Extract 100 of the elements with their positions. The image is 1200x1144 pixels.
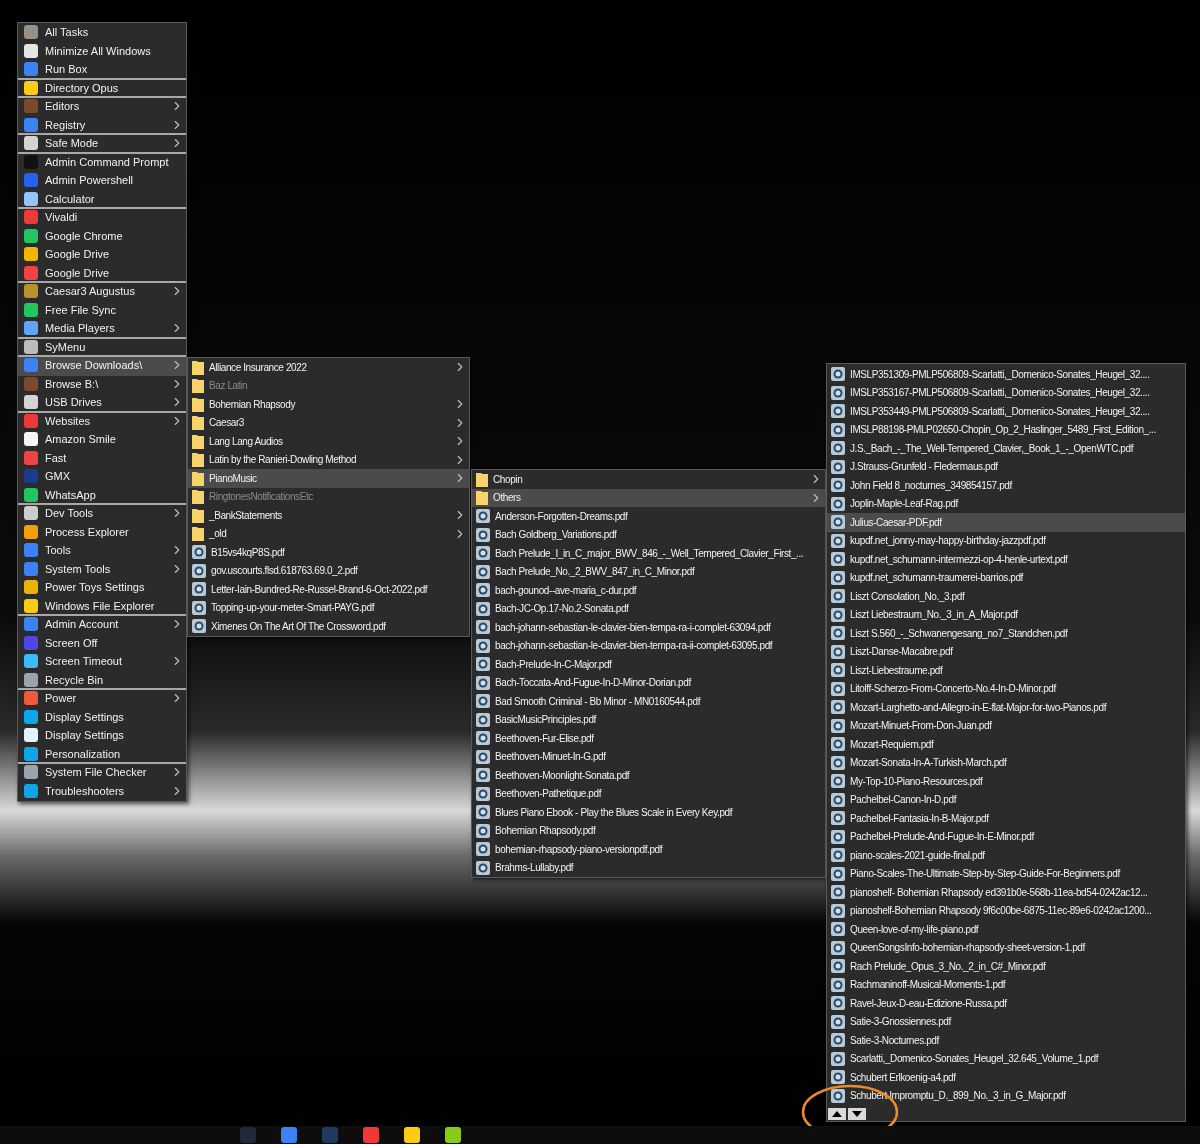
- menu-item[interactable]: Anderson-Forgotten-Dreams.pdf: [472, 507, 825, 526]
- menu-item[interactable]: Process Explorer: [18, 523, 186, 542]
- menu-item[interactable]: _BankStatements: [188, 506, 469, 525]
- menu-item[interactable]: QueenSongsInfo-bohemian-rhapsody-sheet-version-1.pdf: [827, 938, 1185, 957]
- menu-item[interactable]: Beethoven-Pathetique.pdf: [472, 784, 825, 803]
- menu-item[interactable]: Beethoven-Minuet-In-G.pdf: [472, 747, 825, 766]
- menu-item[interactable]: kupdf.net_schumann-traumerei-barrios.pdf: [827, 568, 1185, 587]
- menu-item[interactable]: Pachelbel-Canon-In-D.pdf: [827, 790, 1185, 809]
- menu-item[interactable]: Websites: [18, 412, 186, 431]
- menu-item[interactable]: bach-gounod--ave-maria_c-dur.pdf: [472, 581, 825, 600]
- menu-item[interactable]: Brahms-Lullaby.pdf: [472, 858, 825, 877]
- menu-item[interactable]: Admin Command Prompt: [18, 153, 186, 172]
- menu-item[interactable]: pianoshelf-Bohemian Rhapsody 9f6c00be-6875-11ec-89e6-0242ac1200...: [827, 901, 1185, 920]
- menu-item[interactable]: Recycle Bin: [18, 671, 186, 690]
- menu-item[interactable]: Blues Piano Ebook - Play the Blues Scale in Every Key.pdf: [472, 803, 825, 822]
- menu-item[interactable]: Liszt-Danse-Macabre.pdf: [827, 642, 1185, 661]
- menu-item[interactable]: Power: [18, 690, 186, 709]
- menu-item[interactable]: John Field 8_nocturnes_349854157.pdf: [827, 476, 1185, 495]
- menu-item[interactable]: Mozart-Larghetto-and-Allegro-in-E-flat-Major-for-two-Pianos.pdf: [827, 698, 1185, 717]
- menu-item[interactable]: Beethoven-Moonlight-Sonata.pdf: [472, 766, 825, 785]
- menu-item[interactable]: Queen-love-of-my-life-piano.pdf: [827, 920, 1185, 939]
- menu-item[interactable]: IMSLP88198-PMLP02650-Chopin_Op_2_Haslinger_5489_First_Edition_...: [827, 420, 1185, 439]
- menu-item[interactable]: Free File Sync: [18, 301, 186, 320]
- menu-item[interactable]: Piano-Scales-The-Ultimate-Step-by-Step-Guide-For-Beginners.pdf: [827, 864, 1185, 883]
- taskbar-app-icon[interactable]: [404, 1127, 420, 1143]
- menu-item[interactable]: Bohemian Rhapsody.pdf: [472, 821, 825, 840]
- scroll-down-button[interactable]: [848, 1108, 866, 1120]
- menu-item[interactable]: System Tools: [18, 560, 186, 579]
- menu-item[interactable]: GMX: [18, 468, 186, 487]
- menu-item[interactable]: IMSLP353449-PMLP506809-Scarlatti,_Domenico-Sonates_Heugel_32....: [827, 402, 1185, 421]
- menu-item[interactable]: Schubert Impromptu_D._899_No._3_in_G_Major.pdf: [827, 1086, 1185, 1105]
- menu-item[interactable]: Windows File Explorer: [18, 597, 186, 616]
- menu-item[interactable]: Pachelbel-Fantasia-In-B-Major.pdf: [827, 809, 1185, 828]
- menu-item[interactable]: Scarlatti,_Domenico-Sonates_Heugel_32.645_Volume_1.pdf: [827, 1049, 1185, 1068]
- menu-item[interactable]: Alliance Insurance 2022: [188, 358, 469, 377]
- menu-item[interactable]: Personalization: [18, 745, 186, 764]
- menu-item[interactable]: Display Settings: [18, 708, 186, 727]
- menu-item[interactable]: Admin Powershell: [18, 172, 186, 191]
- menu-item[interactable]: Minimize All Windows: [18, 42, 186, 61]
- menu-item[interactable]: Registry: [18, 116, 186, 135]
- menu-item[interactable]: Satie-3-Nocturnes.pdf: [827, 1031, 1185, 1050]
- menu-item[interactable]: Mozart-Requiem.pdf: [827, 735, 1185, 754]
- menu-item[interactable]: Bach-Prelude-In-C-Major.pdf: [472, 655, 825, 674]
- menu-item[interactable]: Lang Lang Audios: [188, 432, 469, 451]
- menu-item[interactable]: Safe Mode: [18, 135, 186, 154]
- menu-item[interactable]: B15vs4kqP8S.pdf: [188, 543, 469, 562]
- menu-item[interactable]: Pachelbel-Prelude-And-Fugue-In-E-Minor.pdf: [827, 827, 1185, 846]
- menu-item[interactable]: Rach Prelude_Opus_3_No._2_in_C#_Minor.pdf: [827, 957, 1185, 976]
- menu-item[interactable]: Others: [472, 488, 825, 507]
- menu-item[interactable]: Browse B:\: [18, 375, 186, 394]
- menu-item[interactable]: Ximenes On The Art Of The Crossword.pdf: [188, 617, 469, 636]
- menu-item[interactable]: Troubleshooters: [18, 782, 186, 801]
- menu-item[interactable]: IMSLP353167-PMLP506809-Scarlatti,_Domenico-Sonates_Heugel_32....: [827, 383, 1185, 402]
- menu-item[interactable]: Tools: [18, 542, 186, 561]
- menu-item[interactable]: Ravel-Jeux-D-eau-Edizione-Russa.pdf: [827, 994, 1185, 1013]
- menu-item[interactable]: My-Top-10-Piano-Resources.pdf: [827, 772, 1185, 791]
- menu-item[interactable]: Media Players: [18, 320, 186, 339]
- menu-item[interactable]: Julius-Caesar-PDF.pdf: [827, 513, 1185, 532]
- menu-item[interactable]: Rachmaninoff-Musical-Moments-1.pdf: [827, 975, 1185, 994]
- menu-item[interactable]: J.Strauss-Grunfeld - Fledermaus.pdf: [827, 457, 1185, 476]
- menu-item[interactable]: Joplin-Maple-Leaf-Rag.pdf: [827, 494, 1185, 513]
- scroll-up-button[interactable]: [828, 1108, 846, 1120]
- menu-item[interactable]: BasicMusicPrinciples.pdf: [472, 710, 825, 729]
- menu-item[interactable]: IMSLP351309-PMLP506809-Scarlatti,_Domenico-Sonates_Heugel_32....: [827, 365, 1185, 384]
- menu-item[interactable]: Bach Prelude_I_in_C_major_BWV_846_-_Well_Tempered_Clavier_First_...: [472, 544, 825, 563]
- menu-item[interactable]: Mozart-Sonata-In-A-Turkish-March.pdf: [827, 753, 1185, 772]
- taskbar-app-icon[interactable]: [240, 1127, 256, 1143]
- menu-item[interactable]: Bach-JC-Op.17-No.2-Sonata.pdf: [472, 599, 825, 618]
- menu-item[interactable]: Fast: [18, 449, 186, 468]
- menu-item[interactable]: Letter-Iain-Bundred-Re-Russel-Brand-6-Oct-2022.pdf: [188, 580, 469, 599]
- menu-item[interactable]: Latin by the Ranieri-Dowling Method: [188, 450, 469, 469]
- menu-item[interactable]: Mozart-Minuet-From-Don-Juan.pdf: [827, 716, 1185, 735]
- menu-item[interactable]: Vivaldi: [18, 209, 186, 228]
- menu-item[interactable]: Google Drive: [18, 264, 186, 283]
- menu-item[interactable]: All Tasks: [18, 24, 186, 43]
- menu-item[interactable]: Dev Tools: [18, 505, 186, 524]
- menu-item[interactable]: Bach-Toccata-And-Fugue-In-D-Minor-Dorian.pdf: [472, 673, 825, 692]
- menu-item[interactable]: J.S._Bach_-_The_Well-Tempered_Clavier,_Book_1_-_OpenWTC.pdf: [827, 439, 1185, 458]
- menu-item[interactable]: Calculator: [18, 190, 186, 209]
- taskbar-app-icon[interactable]: [281, 1127, 297, 1143]
- menu-item[interactable]: Liszt-Liebestraume.pdf: [827, 661, 1185, 680]
- menu-item[interactable]: Bach Goldberg_Variations.pdf: [472, 525, 825, 544]
- menu-item[interactable]: Browse Downloads\: [18, 357, 186, 376]
- menu-item[interactable]: Bad Smooth Criminal - Bb Minor - MN0160544.pdf: [472, 692, 825, 711]
- menu-item[interactable]: Topping-up-your-meter-Smart-PAYG.pdf: [188, 598, 469, 617]
- menu-item[interactable]: USB Drives: [18, 394, 186, 413]
- menu-item[interactable]: Bach Prelude_No._2_BWV_847_in_C_Minor.pdf: [472, 562, 825, 581]
- menu-item[interactable]: _old: [188, 524, 469, 543]
- menu-item[interactable]: Liszt Liebestraum_No._3_in_A_Major.pdf: [827, 605, 1185, 624]
- menu-item[interactable]: Run Box: [18, 61, 186, 80]
- menu-item[interactable]: Screen Timeout: [18, 653, 186, 672]
- taskbar-app-icon[interactable]: [322, 1127, 338, 1143]
- menu-item[interactable]: Editors: [18, 98, 186, 117]
- menu-item[interactable]: System File Checker: [18, 764, 186, 783]
- menu-item[interactable]: Beethoven-Fur-Elise.pdf: [472, 729, 825, 748]
- menu-item[interactable]: Amazon Smile: [18, 431, 186, 450]
- taskbar-app-icon[interactable]: [363, 1127, 379, 1143]
- menu-item[interactable]: Admin Account: [18, 616, 186, 635]
- menu-item[interactable]: Satie-3-Gnossiennes.pdf: [827, 1012, 1185, 1031]
- menu-item[interactable]: kupdf.net_schumann-intermezzi-op-4-henle-urtext.pdf: [827, 550, 1185, 569]
